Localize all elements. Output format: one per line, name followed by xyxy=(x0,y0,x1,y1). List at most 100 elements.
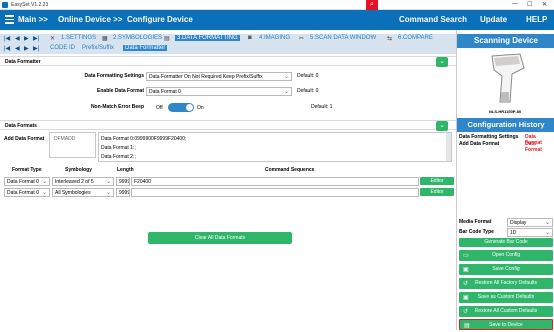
row-command[interactable]: F20400 xyxy=(131,177,419,186)
dropdown-icon: ⌄ xyxy=(41,179,47,185)
close-button[interactable]: ✕ xyxy=(542,1,547,8)
editor-button[interactable]: Editor xyxy=(420,177,454,185)
col-length: Length xyxy=(117,167,134,173)
add-format-input[interactable]: DFMADD xyxy=(49,132,96,158)
maximize-button[interactable]: ☐ xyxy=(527,1,532,8)
dropdown-icon: ⌄ xyxy=(544,230,550,236)
symbologies-tab-icon: ▦ xyxy=(102,36,108,42)
cell: All Symbologies xyxy=(55,190,91,196)
prev-icon[interactable]: ◀ xyxy=(15,35,20,42)
button-label: Save to Device xyxy=(489,322,523,328)
open-config-button[interactable]: ▭ Open Config xyxy=(459,250,553,261)
sub-first-icon[interactable]: |◀ xyxy=(4,45,10,52)
menu-bar: Main >> Online Device >> Configure Devic… xyxy=(0,10,554,30)
format-line: Data Format 2:; xyxy=(101,154,136,160)
restore-custom-defaults-button[interactable]: ↺ Restore All Custom Defaults xyxy=(459,306,553,317)
save-custom-defaults-button[interactable]: ▣ Save as Custom Defaults xyxy=(459,292,553,303)
tab-imaging[interactable]: 4.IMAGING xyxy=(259,35,290,41)
data-formats-header[interactable]: Data Formats ⌄ xyxy=(0,120,456,131)
next-icon[interactable]: ▶ xyxy=(24,35,29,42)
beep-on-label: On xyxy=(197,105,204,111)
format-list[interactable]: Data Format 0:0999900F9999F20400; Data F… xyxy=(98,132,452,162)
settings-default: Default: 0 xyxy=(297,73,319,79)
bar-code-type-value: 1D xyxy=(510,230,517,236)
format-lines: Data Format 0:0999900F9999F20400; Data F… xyxy=(101,135,186,162)
cell: Interleaved 2 of 5 xyxy=(55,179,94,185)
tab-data-formatting[interactable]: 3.DATA FORMATTING xyxy=(175,35,240,41)
first-icon[interactable]: |◀ xyxy=(4,35,10,42)
clear-all-button[interactable]: Clear All Data Formats xyxy=(148,232,292,244)
editor-button[interactable]: Editor xyxy=(420,188,454,196)
scanner-image xyxy=(491,53,525,103)
settings-label: Data Formatting Settings xyxy=(84,73,144,79)
dropdown-icon: ⌄ xyxy=(105,190,111,196)
dropdown-icon: ⌄ xyxy=(283,74,289,80)
search-icon[interactable]: ⌕ xyxy=(366,0,378,10)
settings-value: Data Formatter On Not Required Keep Pref… xyxy=(149,74,263,80)
beep-default: Default: 1 xyxy=(311,104,333,110)
app-icon xyxy=(2,2,8,8)
format-list-scrollbar[interactable] xyxy=(446,133,451,161)
row-symbology[interactable]: All Symbologies ⌄ xyxy=(52,188,114,197)
menu-update[interactable]: Update xyxy=(480,15,507,24)
bar-code-type-select[interactable]: 1D ⌄ xyxy=(507,228,553,237)
tab-bar: |◀ ◀ ▶ ▶| ✕ 1.SETTINGS ▦ 2.SYMBOLOGIES ▤… xyxy=(0,34,456,44)
tab-compare[interactable]: 6.COMPARE xyxy=(398,35,433,41)
sub-last-icon[interactable]: ▶| xyxy=(33,45,39,52)
col-symbology: Symbology xyxy=(65,167,92,173)
tab-scan-data-window[interactable]: 5.SCAN DATA WINDOW xyxy=(310,35,376,41)
menu-online-device[interactable]: Online Device >> xyxy=(58,15,122,24)
sub-next-icon[interactable]: ▶ xyxy=(24,45,29,52)
data-formatter-header[interactable]: Data Formatter ⌄ xyxy=(0,56,456,67)
generate-bar-code-button[interactable]: Generate Bar Code xyxy=(459,238,553,247)
settings-select[interactable]: Data Formatter On Not Required Keep Pref… xyxy=(146,72,292,81)
subtab-prefix-suffix[interactable]: Prefix/Suffix xyxy=(82,45,114,51)
last-icon[interactable]: ▶| xyxy=(33,35,39,42)
minimize-button[interactable]: — xyxy=(512,1,518,7)
chevron-down-icon[interactable]: ⌄ xyxy=(436,57,448,67)
dropdown-icon: ⌄ xyxy=(105,179,111,185)
beep-toggle[interactable] xyxy=(168,103,194,112)
col-format-type: Format Type xyxy=(12,167,42,173)
menu-configure-device[interactable]: Configure Device xyxy=(127,15,193,24)
history-key: Data Formatting Settings xyxy=(459,134,519,140)
scanning-device-header: Scanning Device xyxy=(457,34,554,48)
row-format-type[interactable]: Data Format 0 ⌄ xyxy=(4,177,50,186)
title-bar: EasySet V1.2.23 ⌕ — ☐ ✕ xyxy=(0,0,554,10)
subtab-code-id[interactable]: CODE ID xyxy=(50,45,75,51)
col-command-sequence: Command Sequence xyxy=(265,167,315,173)
model-label: NLS-HR1150P-80 xyxy=(489,109,522,114)
subtab-data-formatter[interactable]: Data Formatter xyxy=(123,45,168,51)
tab-symbologies[interactable]: 2.SYMBOLOGIES xyxy=(113,35,162,41)
row-length[interactable]: 9999 xyxy=(116,177,130,186)
cell: F20400 xyxy=(134,179,151,185)
menu-help[interactable]: HELP xyxy=(526,15,547,24)
restore-icon: ↺ xyxy=(463,309,469,315)
save-config-button[interactable]: ▣ Save Config xyxy=(459,264,553,275)
dropdown-icon: ⌄ xyxy=(544,220,550,226)
enable-select[interactable]: Data Format 0 ⌄ xyxy=(146,87,292,96)
save-to-device-button[interactable]: ▤ Save to Device xyxy=(459,319,553,330)
media-format-select[interactable]: Display ⌄ xyxy=(507,218,553,227)
restore-factory-button[interactable]: ↺ Restore All Factory Defaults xyxy=(459,278,553,289)
format-line: Data Format 1:; xyxy=(101,145,136,151)
dropdown-icon: ⌄ xyxy=(283,89,289,95)
enable-value: Data Format 0 xyxy=(149,89,181,95)
config-history-header: Configuration History xyxy=(457,118,554,132)
hamburger-icon[interactable] xyxy=(5,15,14,24)
button-label: Open Config xyxy=(491,252,521,258)
menu-main[interactable]: Main >> xyxy=(18,15,48,24)
add-format-placeholder: DFMADD xyxy=(54,136,76,142)
row-command[interactable] xyxy=(131,188,419,197)
row-symbology[interactable]: Interleaved 2 of 5 ⌄ xyxy=(52,177,114,186)
sub-prev-icon[interactable]: ◀ xyxy=(15,45,20,52)
tab-settings[interactable]: 1.SETTINGS xyxy=(61,35,96,41)
row-format-type[interactable]: Data Format 0 ⌄ xyxy=(4,188,50,197)
right-panel: Scanning Device NLS-HR1150P-80 Configura… xyxy=(456,30,554,330)
row-length[interactable]: 9999 xyxy=(116,188,130,197)
menu-command-search[interactable]: Command Search xyxy=(399,15,467,24)
button-label: Save as Custom Defaults xyxy=(477,294,535,300)
chevron-down-icon[interactable]: ⌄ xyxy=(436,121,448,131)
folder-icon: ▭ xyxy=(463,253,469,259)
add-format-label: Add Data Format xyxy=(4,136,45,142)
